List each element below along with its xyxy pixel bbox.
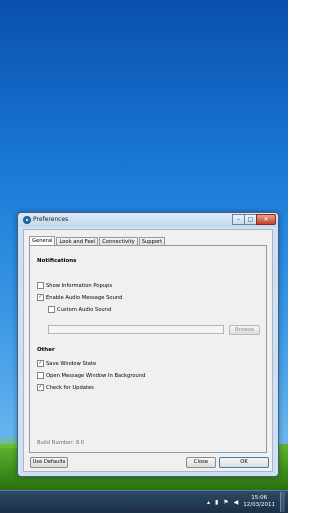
show-popups-label: Show Information Popups [46,282,113,289]
check-updates-label: Check for Updates [46,384,94,391]
app-icon [23,216,31,224]
window-client-area: General Look and Feel Connectivity Suppo… [23,229,273,472]
save-window-state-option[interactable]: ✓ Save Window State [37,360,96,367]
clock-time: 15:06 [251,495,268,501]
open-in-background-label: Open Message Window In Background [46,372,146,379]
show-desktop-button[interactable] [280,492,285,512]
clock[interactable]: 15:06 12/03/2011 [243,495,275,509]
custom-audio-option[interactable]: Custom Audio Sound [48,306,111,313]
check-updates-checkbox[interactable]: ✓ [37,384,44,391]
custom-audio-label: Custom Audio Sound [57,306,112,313]
build-number: Build Number: 8.0 [37,440,85,446]
custom-audio-checkbox[interactable] [48,306,55,313]
system-tray: ▴ ▮ ⚑ ◀ 15:06 12/03/2011 [207,491,285,513]
volume-icon[interactable]: ◀ [234,499,239,506]
caption-buttons: – □ ✕ [232,214,276,225]
clock-date: 12/03/2011 [243,502,275,508]
check-updates-option[interactable]: ✓ Check for Updates [37,384,94,391]
show-hidden-icon[interactable]: ▴ [207,499,210,506]
enable-audio-label: Enable Audio Message Sound [46,294,123,301]
save-window-state-label: Save Window State [46,360,97,367]
taskbar: ▴ ▮ ⚑ ◀ 15:06 12/03/2011 [0,490,288,513]
other-heading: Other [37,347,55,353]
close-window-button[interactable]: ✕ [256,214,276,225]
browse-button[interactable]: Browse [229,325,260,335]
tab-strip: General Look and Feel Connectivity Suppo… [29,236,166,246]
network-icon[interactable]: ▮ [215,499,218,506]
general-panel: Notifications Show Information Popups ✓ … [29,245,267,453]
title-bar[interactable]: Preferences – □ ✕ [18,213,278,227]
open-in-background-option[interactable]: Open Message Window In Background [37,372,145,379]
show-popups-option[interactable]: Show Information Popups [37,282,112,289]
show-popups-checkbox[interactable] [37,282,44,289]
close-button[interactable]: Close [186,457,216,468]
save-window-state-checkbox[interactable]: ✓ [37,360,44,367]
open-in-background-checkbox[interactable] [37,372,44,379]
preferences-window: Preferences – □ ✕ General Look and Feel … [17,212,279,477]
notifications-heading: Notifications [37,258,77,264]
ok-button[interactable]: OK [219,457,269,468]
enable-audio-option[interactable]: ✓ Enable Audio Message Sound [37,294,122,301]
enable-audio-checkbox[interactable]: ✓ [37,294,44,301]
flag-icon[interactable]: ⚑ [223,499,228,506]
use-defaults-button[interactable]: Use Defaults [30,457,68,468]
window-title: Preferences [33,216,69,223]
audio-path-field[interactable] [48,325,224,334]
